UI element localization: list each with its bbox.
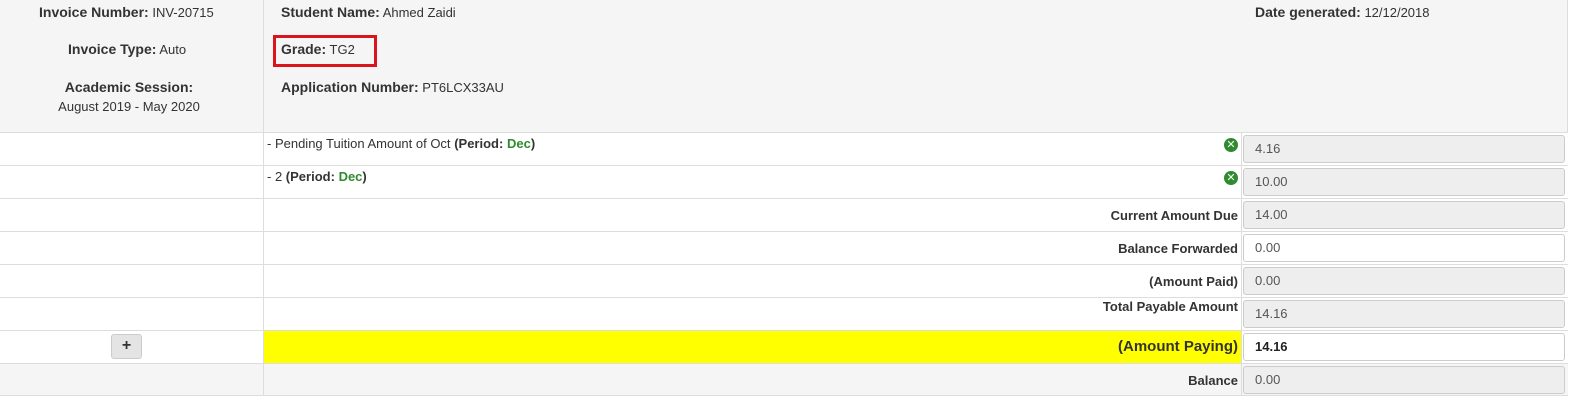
invoice-number: Invoice Number: INV-20715 (39, 4, 214, 20)
current-amount-due-field[interactable]: 14.00 (1243, 201, 1565, 229)
line-item-amount-field[interactable]: 10.00 (1243, 168, 1565, 196)
current-amount-due-label: Current Amount Due (1110, 208, 1238, 223)
academic-session-label: Academic Session: (64, 79, 194, 95)
line-item-description: - 2 (Period: Dec) ✕ (264, 166, 1241, 198)
academic-session-value: August 2019 - May 2020 (58, 99, 200, 114)
row-label-cell: Total Payable Amount (264, 298, 1241, 330)
row-value-cell: 0.00 (1241, 364, 1568, 395)
line-item-description: - Pending Tuition Amount of Oct (Period:… (264, 133, 1241, 165)
application-number-value: PT6LCX33AU (422, 80, 504, 95)
line-item-text: - 2 (Period: Dec) (267, 169, 367, 184)
current-amount-due-row: Current Amount Due 14.00 (0, 198, 1568, 231)
invoice-type-value: Auto (159, 42, 187, 57)
balance-forwarded-field[interactable]: 0.00 (1243, 234, 1565, 262)
application-number: Application Number: PT6LCX33AU (281, 79, 504, 95)
invoice-header: Invoice Number: INV-20715 Invoice Type: … (0, 0, 1568, 133)
student-name-value: Ahmed Zaidi (382, 5, 456, 20)
grade-highlight-box (273, 35, 377, 67)
line-item-spacer (0, 166, 264, 198)
invoice-number-label: Invoice Number: (39, 4, 149, 20)
balance-forwarded-row: Balance Forwarded 0.00 (0, 231, 1568, 264)
row-spacer (0, 298, 264, 330)
remove-circle-icon[interactable]: ✕ (1224, 138, 1238, 152)
student-name: Student Name: Ahmed Zaidi (281, 4, 456, 20)
invoice-type: Invoice Type: Auto (68, 41, 186, 57)
row-spacer (0, 232, 264, 264)
add-button-cell: + (0, 331, 264, 363)
header-divider (263, 0, 264, 133)
line-item: - 2 (Period: Dec) ✕ 10.00 (0, 165, 1568, 198)
row-spacer (0, 199, 264, 231)
row-value-cell: 0.00 (1241, 265, 1568, 297)
line-item-amount-cell: 10.00 (1241, 166, 1568, 198)
amount-paying-label-cell: (Amount Paying) (264, 331, 1241, 363)
line-item-amount-cell: 4.16 (1241, 133, 1568, 165)
date-generated-value: 12/12/2018 (1364, 5, 1430, 20)
amount-paying-row: + (Amount Paying) 14.16 (0, 330, 1568, 363)
row-label-cell: Balance Forwarded (264, 232, 1241, 264)
total-payable-row: Total Payable Amount 14.16 (0, 297, 1568, 330)
total-payable-field[interactable]: 14.16 (1243, 300, 1565, 328)
row-value-cell: 0.00 (1241, 232, 1568, 264)
row-value-cell: 14.16 (1241, 331, 1568, 363)
amount-paying-label: (Amount Paying) (1118, 338, 1238, 355)
balance-forwarded-label: Balance Forwarded (1118, 241, 1238, 256)
row-value-cell: 14.16 (1241, 298, 1568, 330)
balance-label: Balance (1188, 373, 1238, 388)
amount-paid-label: (Amount Paid) (1149, 274, 1238, 289)
balance-field[interactable]: 0.00 (1243, 366, 1565, 394)
add-button[interactable]: + (111, 334, 142, 359)
invoice-type-label: Invoice Type: (68, 41, 157, 57)
row-label-cell: (Amount Paid) (264, 265, 1241, 297)
total-payable-label: Total Payable Amount (1102, 299, 1238, 314)
remove-circle-icon[interactable]: ✕ (1224, 171, 1238, 185)
row-label-cell: Balance (264, 364, 1241, 395)
invoice-number-value: INV-20715 (152, 5, 214, 20)
row-value-cell: 14.00 (1241, 199, 1568, 231)
application-number-label: Application Number: (281, 79, 419, 95)
line-item-text: - Pending Tuition Amount of Oct (Period:… (267, 136, 536, 151)
academic-session: Academic Session: August 2019 - May 2020 (0, 79, 258, 119)
line-item: - Pending Tuition Amount of Oct (Period:… (0, 132, 1568, 165)
date-generated-label: Date generated: (1255, 4, 1361, 20)
amount-paying-field[interactable]: 14.16 (1243, 333, 1565, 361)
row-spacer (0, 364, 264, 395)
amount-paid-row: (Amount Paid) 0.00 (0, 264, 1568, 297)
amount-paid-field[interactable]: 0.00 (1243, 267, 1565, 295)
line-item-spacer (0, 133, 264, 165)
student-name-label: Student Name: (281, 4, 380, 20)
balance-row: Balance 0.00 (0, 363, 1568, 396)
date-generated: Date generated: 12/12/2018 (1255, 4, 1430, 20)
row-spacer (0, 265, 264, 297)
line-item-amount-field[interactable]: 4.16 (1243, 135, 1565, 163)
row-label-cell: Current Amount Due (264, 199, 1241, 231)
